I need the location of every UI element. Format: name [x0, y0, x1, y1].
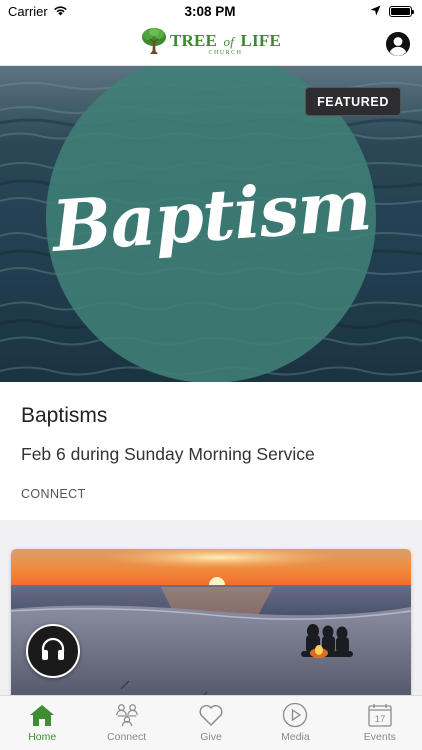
user-icon	[386, 32, 410, 56]
logo-text: TREE of LIFE CHURCH	[170, 32, 281, 56]
tab-label-home: Home	[28, 731, 57, 743]
tab-connect[interactable]: Connect	[84, 696, 168, 750]
tab-events[interactable]: 17 Events	[338, 696, 422, 750]
calendar-icon: 17	[367, 702, 393, 728]
app-header: TREE of LIFE CHURCH	[0, 22, 422, 66]
logo-wordmark: TREE of LIFE	[170, 30, 281, 50]
baptism-title-graphic: Baptism	[49, 162, 373, 268]
tab-label-give: Give	[200, 731, 222, 743]
home-icon	[29, 702, 55, 728]
tab-media[interactable]: Media	[253, 696, 337, 750]
wifi-icon	[53, 4, 68, 19]
sunset-beach-image	[11, 549, 411, 709]
app-screen: Carrier 3:08 PM TREE of LIFE CHURCH Bapt…	[0, 0, 422, 750]
heart-icon	[198, 702, 224, 728]
featured-card-body: Baptisms Feb 6 during Sunday Morning Ser…	[0, 382, 422, 501]
tab-label-media: Media	[281, 731, 310, 743]
status-right	[282, 4, 414, 19]
play-icon	[282, 702, 308, 728]
church-logo[interactable]: TREE of LIFE CHURCH	[141, 27, 281, 60]
battery-icon	[389, 5, 414, 17]
people-icon	[114, 702, 140, 728]
profile-avatar-button[interactable]	[386, 32, 410, 56]
tree-logo-icon	[141, 27, 167, 60]
headphones-icon	[40, 637, 66, 666]
tab-home[interactable]: Home	[0, 696, 84, 750]
tab-give[interactable]: Give	[169, 696, 253, 750]
featured-image: Baptism FEATURED	[0, 66, 422, 382]
status-time: 3:08 PM	[184, 3, 236, 19]
featured-subtitle: Feb 6 during Sunday Morning Service	[21, 444, 315, 464]
bottom-tab-bar: Home Connect Give Media 17 Events	[0, 695, 422, 750]
tab-label-events: Events	[363, 731, 396, 743]
calendar-day: 17	[375, 714, 386, 725]
featured-card[interactable]: Baptism FEATURED Baptisms Feb 6 during S…	[0, 66, 422, 520]
location-arrow-icon	[370, 4, 381, 19]
audio-player-button[interactable]	[26, 624, 80, 678]
featured-title: Baptisms	[21, 404, 108, 427]
logo-subtitle: CHURCH	[208, 49, 243, 56]
status-bar: Carrier 3:08 PM	[0, 0, 422, 22]
featured-category: CONNECT	[21, 487, 86, 501]
status-left: Carrier	[8, 4, 138, 19]
featured-badge: FEATURED	[305, 87, 401, 116]
carrier-label: Carrier	[8, 3, 48, 19]
content-card-sunset[interactable]	[11, 549, 411, 709]
tab-label-connect: Connect	[107, 731, 147, 743]
